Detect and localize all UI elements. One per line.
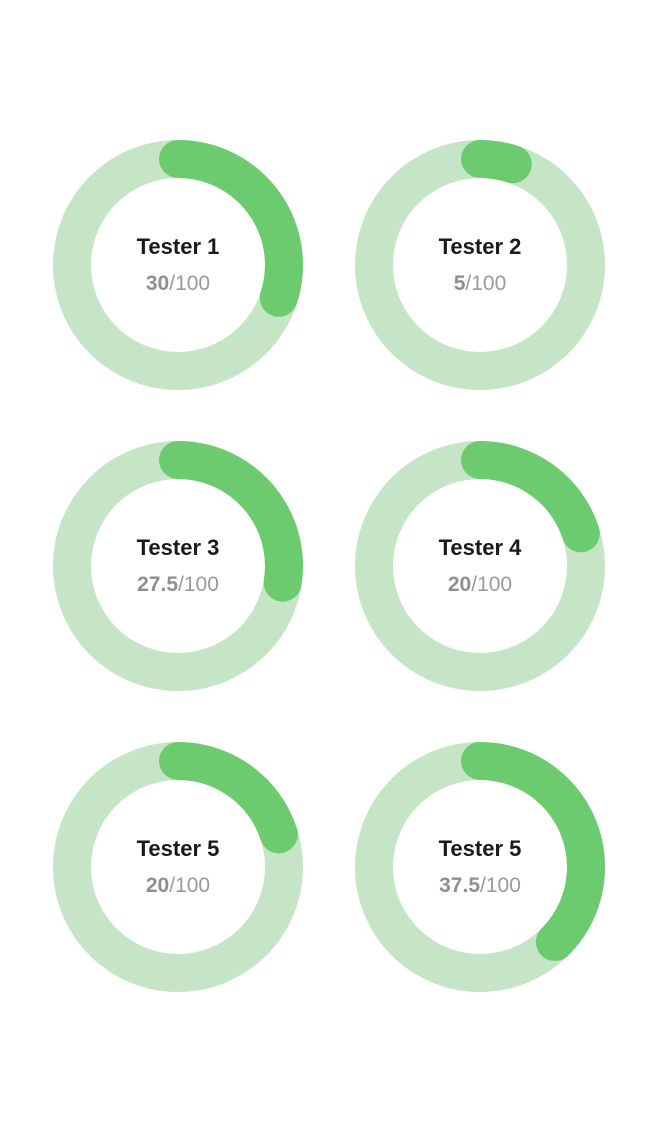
tester-name: Tester 4 bbox=[438, 535, 522, 560]
score-value: 5 bbox=[453, 272, 466, 295]
score-ring-chart bbox=[355, 742, 605, 992]
score-value: 20 bbox=[145, 874, 170, 897]
score-ring-card: Tester 3 27.5/100 bbox=[53, 441, 303, 691]
score-max: /100 bbox=[465, 272, 507, 295]
score-ring-chart bbox=[53, 742, 303, 992]
score-ring-chart bbox=[53, 140, 303, 390]
score-ring-card: Tester 2 5/100 bbox=[355, 140, 605, 390]
tester-name: Tester 3 bbox=[136, 535, 220, 560]
score-max: /100 bbox=[471, 573, 513, 596]
score-max: /100 bbox=[480, 874, 521, 897]
tester-name: Tester 1 bbox=[136, 234, 220, 259]
tester-score: 20/100 bbox=[53, 874, 303, 898]
score-max: /100 bbox=[169, 272, 211, 295]
tester-name: Tester 2 bbox=[438, 234, 522, 259]
score-max: /100 bbox=[178, 573, 219, 596]
tester-score: 37.5/100 bbox=[355, 874, 605, 898]
score-ring-chart bbox=[355, 140, 605, 390]
score-ring-card: Tester 4 20/100 bbox=[355, 441, 605, 691]
score-ring-chart bbox=[355, 441, 605, 691]
tester-name: Tester 5 bbox=[438, 836, 522, 861]
score-value: 30 bbox=[145, 272, 170, 295]
tester-name: Tester 5 bbox=[136, 836, 220, 861]
tester-score: 27.5/100 bbox=[53, 573, 303, 597]
score-value: 27.5 bbox=[137, 573, 178, 596]
tester-score: 5/100 bbox=[355, 272, 605, 296]
score-value: 20 bbox=[447, 573, 472, 596]
score-ring-card: Tester 5 37.5/100 bbox=[355, 742, 605, 992]
tester-score: 20/100 bbox=[355, 573, 605, 597]
tester-score: 30/100 bbox=[53, 272, 303, 296]
ring-track bbox=[355, 140, 605, 390]
tester-score-grid: Tester 1 30/100 Tester 2 5/100 Tester 3 … bbox=[0, 0, 660, 1134]
score-max: /100 bbox=[169, 874, 211, 897]
score-value: 37.5 bbox=[439, 874, 480, 897]
score-ring-card: Tester 5 20/100 bbox=[53, 742, 303, 992]
score-ring-chart bbox=[53, 441, 303, 691]
score-ring-card: Tester 1 30/100 bbox=[53, 140, 303, 390]
